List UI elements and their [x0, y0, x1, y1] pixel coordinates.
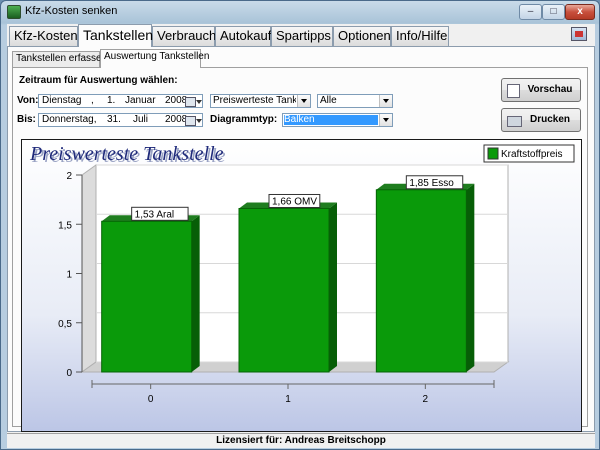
chart-canvas: 0 0,5 1 1,5 2 1,53 Aral 0 1,66 OMV 1 1,85 Esso 2 Pr…: [29, 143, 575, 405]
von-month: Januar: [125, 95, 156, 106]
chevron-down-icon[interactable]: [379, 114, 392, 126]
bar-side: [191, 215, 200, 372]
diagrammtyp-label: Diagrammtyp:: [210, 114, 278, 125]
tab-autokauf[interactable]: Autokauf: [215, 26, 271, 46]
chart-side-wall: [81, 164, 97, 373]
von-date-picker[interactable]: Dienstag , 1. Januar 2008: [38, 94, 203, 108]
x-tick-label: 1: [285, 394, 291, 405]
x-tick-label: 0: [148, 394, 154, 405]
bar: [101, 220, 193, 373]
bar: [238, 207, 330, 373]
zeitraum-heading: Zeitraum für Auswertung wählen:: [19, 75, 178, 86]
data-label: 1,66 OMV: [272, 196, 317, 207]
chevron-down-icon[interactable]: [379, 95, 392, 107]
tab-kfz-kosten[interactable]: Kfz-Kosten: [9, 26, 78, 46]
von-calendar-icon[interactable]: [184, 96, 202, 107]
bar-side: [329, 202, 337, 372]
bis-month: Juli: [133, 114, 149, 125]
maximize-button[interactable]: □: [542, 4, 565, 20]
tab-verbrauch[interactable]: Verbrauch: [152, 26, 216, 46]
client-area: Kfz-Kosten Tankstellen Verbrauch Autokau…: [7, 24, 595, 448]
x-tick-label: 2: [423, 394, 429, 405]
y-tick-label: 2: [66, 171, 72, 182]
data-label: 1,53 Aral: [135, 209, 174, 220]
legend-swatch: [487, 147, 499, 160]
tab-info-hilfe[interactable]: Info/Hilfe: [391, 26, 449, 46]
subtab-auswertung-tankstellen[interactable]: Auswertung Tankstellen: [100, 49, 209, 68]
tab-tankstellen[interactable]: Tankstellen: [78, 24, 153, 47]
title-bar[interactable]: Kfz-Kosten senken – □ x: [1, 1, 599, 23]
bar: [375, 189, 467, 373]
chart-title: Preiswerteste Tankstelle: [29, 143, 224, 165]
help-window-icon[interactable]: [571, 27, 587, 41]
bis-label: Bis:: [17, 114, 36, 125]
chevron-down-icon[interactable]: [297, 95, 310, 107]
filter-select[interactable]: Alle: [317, 94, 393, 108]
minimize-button[interactable]: –: [519, 4, 542, 20]
window-title: Kfz-Kosten senken: [25, 5, 118, 17]
von-weekday: Dienstag: [42, 95, 82, 106]
status-bar: Lizensiert für: Andreas Breitschopp: [7, 433, 595, 448]
y-tick-label: 0: [66, 368, 72, 379]
bis-weekday: Donnerstag,: [42, 114, 97, 125]
von-separator: ,: [91, 95, 94, 106]
subtab-tankstellen-erfassen[interactable]: Tankstellen erfassen: [12, 51, 107, 67]
printer-icon: [507, 116, 522, 127]
bis-calendar-icon[interactable]: [184, 115, 202, 126]
data-label: 1,85 Esso: [409, 178, 454, 189]
main-tab-bar: Kfz-Kosten Tankstellen Verbrauch Autokau…: [7, 24, 595, 47]
y-tick-label: 1: [66, 270, 72, 281]
price-chart: 0 0,5 1 1,5 2 1,53 Aral 0 1,66 OMV 1 1,85 Esso 2 Pr…: [21, 139, 582, 432]
tab-optionen[interactable]: Optionen: [333, 26, 391, 46]
y-tick-label: 1,5: [58, 220, 72, 231]
drucken-button[interactable]: Drucken: [501, 108, 581, 132]
von-day: 1.: [107, 95, 116, 106]
application-window: Kfz-Kosten senken – □ x Kfz-Kosten Tanks…: [0, 0, 600, 450]
bis-day: 31.: [107, 114, 121, 125]
report-select[interactable]: Preiswerteste Tankstelle: [210, 94, 311, 108]
app-icon: [7, 5, 21, 19]
bar-side: [466, 183, 475, 372]
diagrammtyp-select[interactable]: Balken: [282, 113, 393, 127]
von-label: Von:: [17, 95, 39, 106]
tab-spartipps[interactable]: Spartipps: [271, 26, 333, 46]
bis-date-picker[interactable]: Donnerstag, 31. Juli 2008: [38, 113, 203, 127]
legend-label: Kraftstoffpreis: [501, 149, 563, 160]
preview-icon: [507, 84, 520, 98]
close-button[interactable]: x: [565, 4, 595, 20]
y-tick-label: 0,5: [58, 319, 72, 330]
vorschau-button[interactable]: Vorschau: [501, 78, 581, 102]
